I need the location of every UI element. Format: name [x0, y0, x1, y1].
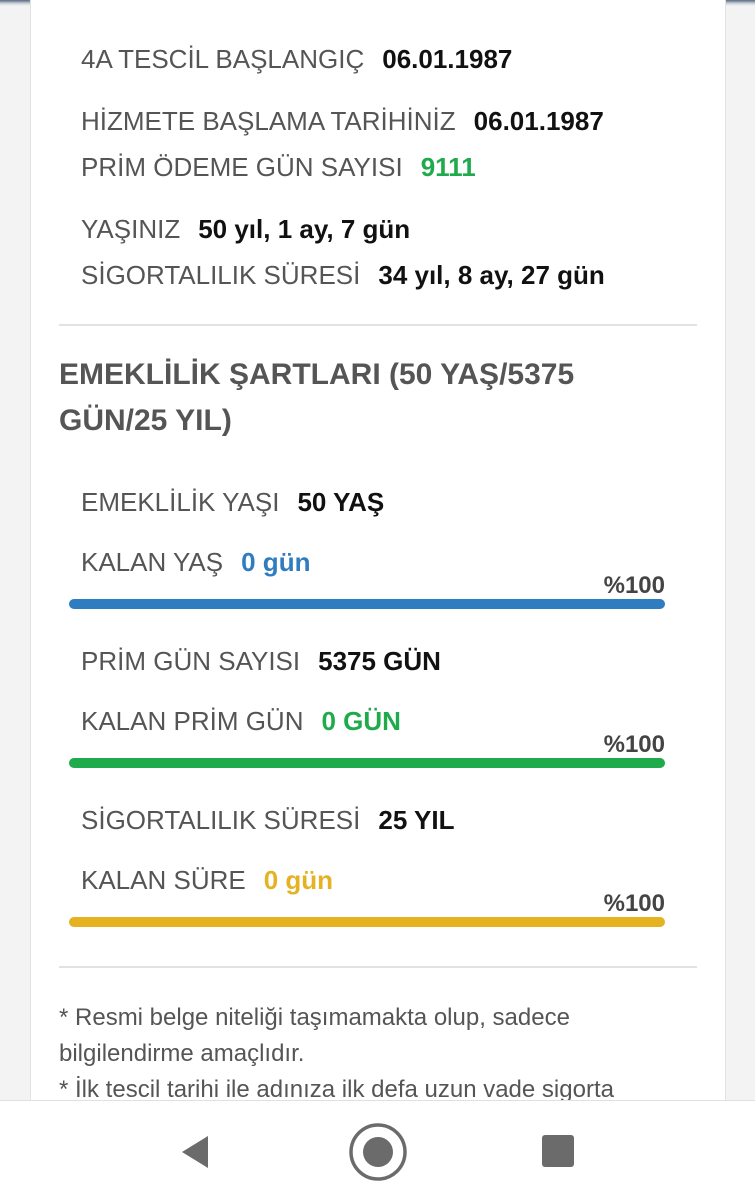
- prim-progress-bar: [69, 758, 665, 768]
- back-button[interactable]: [170, 1127, 220, 1177]
- hizmet-label: HİZMETE BAŞLAMA TARİHİNİZ: [81, 106, 456, 136]
- emeklilik-yasi-row: EMEKLİLİK YAŞI 50 YAŞ: [81, 487, 384, 518]
- back-triangle-icon: [182, 1136, 208, 1168]
- hizmet-row: HİZMETE BAŞLAMA TARİHİNİZ 06.01.1987: [81, 106, 604, 137]
- kalan-sure-value: 0 gün: [263, 865, 334, 895]
- kalan-yas-value: 0 gün: [241, 547, 311, 577]
- yas-label: YAŞINIZ: [81, 214, 181, 244]
- kalan-sure-row: KALAN SÜRE 0 gün: [81, 865, 333, 896]
- prim-odeme-label: PRİM ÖDEME GÜN SAYISI: [81, 152, 403, 182]
- retirement-info-card: 4A TESCİL BAŞLANGIÇ 06.01.1987 HİZMETE BA…: [30, 0, 726, 1100]
- tescil-row: 4A TESCİL BAŞLANGIÇ 06.01.1987: [81, 44, 512, 75]
- prim-gun-value: 5375 GÜN: [318, 646, 441, 676]
- prim-percent: %100: [603, 731, 665, 758]
- recents-square-icon: [542, 1135, 574, 1167]
- divider-bottom: [59, 966, 697, 968]
- emeklilik-yasi-label: EMEKLİLİK YAŞI: [81, 487, 280, 517]
- yas-row: YAŞINIZ 50 yıl, 1 ay, 7 gün: [81, 214, 410, 245]
- kalan-sure-label: KALAN SÜRE: [81, 865, 246, 895]
- sigorta-sure-label: SİGORTALILIK SÜRESİ: [81, 260, 361, 290]
- sure-progress-bar: [69, 917, 665, 927]
- prim-gun-row: PRİM GÜN SAYISI 5375 GÜN: [81, 646, 441, 677]
- sigorta-value: 25 YIL: [378, 805, 455, 835]
- sigorta-label: SİGORTALILIK SÜRESİ: [81, 805, 361, 835]
- tescil-value: 06.01.1987: [382, 44, 513, 74]
- yas-progress-fill: [69, 599, 665, 609]
- tescil-label: 4A TESCİL BAŞLANGIÇ: [81, 44, 365, 74]
- android-navigation-bar: [0, 1100, 755, 1201]
- hizmet-value: 06.01.1987: [473, 106, 604, 136]
- sigorta-sure-value: 34 yıl, 8 ay, 27 gün: [378, 260, 605, 290]
- prim-odeme-row: PRİM ÖDEME GÜN SAYISI 9111: [81, 152, 476, 183]
- yas-progress-bar: [69, 599, 665, 609]
- prim-odeme-value: 9111: [420, 152, 476, 182]
- kalan-prim-label: KALAN PRİM GÜN: [81, 706, 304, 736]
- divider: [59, 324, 697, 326]
- sigorta-sure-row: SİGORTALILIK SÜRESİ 34 yıl, 8 ay, 27 gün: [81, 260, 605, 291]
- tescil-note: * İlk tescil tarihi ile adınıza ilk defa…: [59, 1076, 614, 1100]
- home-button[interactable]: [346, 1120, 410, 1184]
- home-circle-icon: [349, 1123, 407, 1181]
- sure-percent: %100: [603, 890, 665, 917]
- prim-progress-fill: [69, 758, 665, 768]
- conditions-title: EMEKLİLİK ŞARTLARI (50 YAŞ/5375 GÜN/25 Y…: [59, 358, 575, 437]
- prim-gun-label: PRİM GÜN SAYISI: [81, 646, 301, 676]
- kalan-yas-label: KALAN YAŞ: [81, 547, 224, 577]
- sigorta-row: SİGORTALILIK SÜRESİ 25 YIL: [81, 805, 454, 836]
- yas-value: 50 yıl, 1 ay, 7 gün: [198, 214, 411, 244]
- disclaimer-note: * Resmi belge niteliği taşımamakta olup,…: [59, 1004, 570, 1067]
- kalan-yas-row: KALAN YAŞ 0 gün: [81, 547, 310, 578]
- kalan-prim-row: KALAN PRİM GÜN 0 GÜN: [81, 706, 401, 737]
- sure-progress-fill: [69, 917, 665, 927]
- kalan-prim-value: 0 GÜN: [321, 706, 401, 736]
- yas-percent: %100: [603, 572, 665, 599]
- emeklilik-yasi-value: 50 YAŞ: [297, 487, 385, 517]
- recents-button[interactable]: [538, 1131, 578, 1171]
